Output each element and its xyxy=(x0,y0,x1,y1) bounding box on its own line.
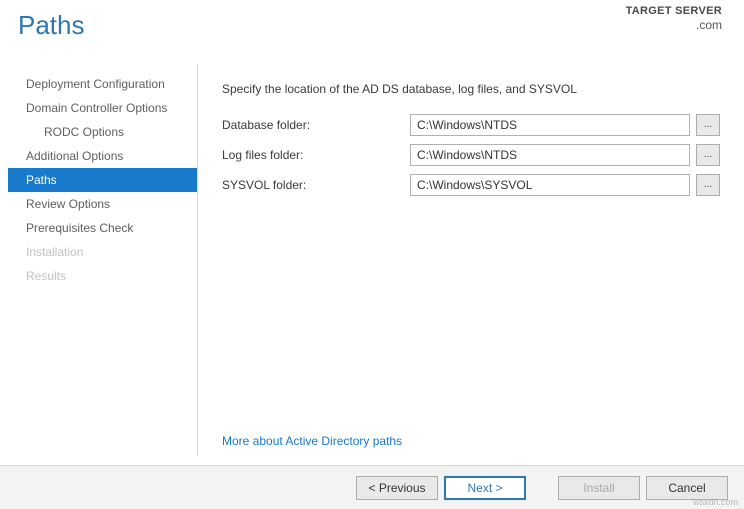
target-server-label: TARGET SERVER xyxy=(626,4,722,18)
database-folder-input[interactable] xyxy=(410,114,690,136)
log-files-folder-label: Log files folder: xyxy=(222,148,410,162)
wizard-sidebar: Deployment Configuration Domain Controll… xyxy=(8,64,198,456)
content-area: Deployment Configuration Domain Controll… xyxy=(0,56,744,456)
sidebar-item-domain-controller-options[interactable]: Domain Controller Options xyxy=(8,96,197,120)
target-server-block: TARGET SERVER .com xyxy=(626,4,722,34)
database-folder-label: Database folder: xyxy=(222,118,410,132)
install-button: Install xyxy=(558,476,640,500)
instruction-text: Specify the location of the AD DS databa… xyxy=(222,82,720,96)
log-files-folder-row: Log files folder: ... xyxy=(222,144,720,166)
sidebar-item-prerequisites-check[interactable]: Prerequisites Check xyxy=(8,216,197,240)
wizard-footer: < Previous Next > Install Cancel xyxy=(0,465,744,509)
more-about-link[interactable]: More about Active Directory paths xyxy=(222,434,402,448)
target-server-value: .com xyxy=(626,18,722,34)
sysvol-folder-browse-button[interactable]: ... xyxy=(696,174,720,196)
previous-button[interactable]: < Previous xyxy=(356,476,438,500)
sidebar-item-installation: Installation xyxy=(8,240,197,264)
main-panel: Specify the location of the AD DS databa… xyxy=(198,64,726,456)
sidebar-item-rodc-options[interactable]: RODC Options xyxy=(8,120,197,144)
sidebar-item-paths[interactable]: Paths xyxy=(8,168,197,192)
sidebar-item-additional-options[interactable]: Additional Options xyxy=(8,144,197,168)
cancel-button[interactable]: Cancel xyxy=(646,476,728,500)
log-files-folder-browse-button[interactable]: ... xyxy=(696,144,720,166)
sidebar-item-deployment-configuration[interactable]: Deployment Configuration xyxy=(8,72,197,96)
page-title: Paths xyxy=(18,10,726,41)
sidebar-item-review-options[interactable]: Review Options xyxy=(8,192,197,216)
database-folder-row: Database folder: ... xyxy=(222,114,720,136)
database-folder-browse-button[interactable]: ... xyxy=(696,114,720,136)
sidebar-item-results: Results xyxy=(8,264,197,288)
sysvol-folder-row: SYSVOL folder: ... xyxy=(222,174,720,196)
log-files-folder-input[interactable] xyxy=(410,144,690,166)
next-button[interactable]: Next > xyxy=(444,476,526,500)
sysvol-folder-label: SYSVOL folder: xyxy=(222,178,410,192)
wizard-header: Paths TARGET SERVER .com xyxy=(0,0,744,56)
sysvol-folder-input[interactable] xyxy=(410,174,690,196)
